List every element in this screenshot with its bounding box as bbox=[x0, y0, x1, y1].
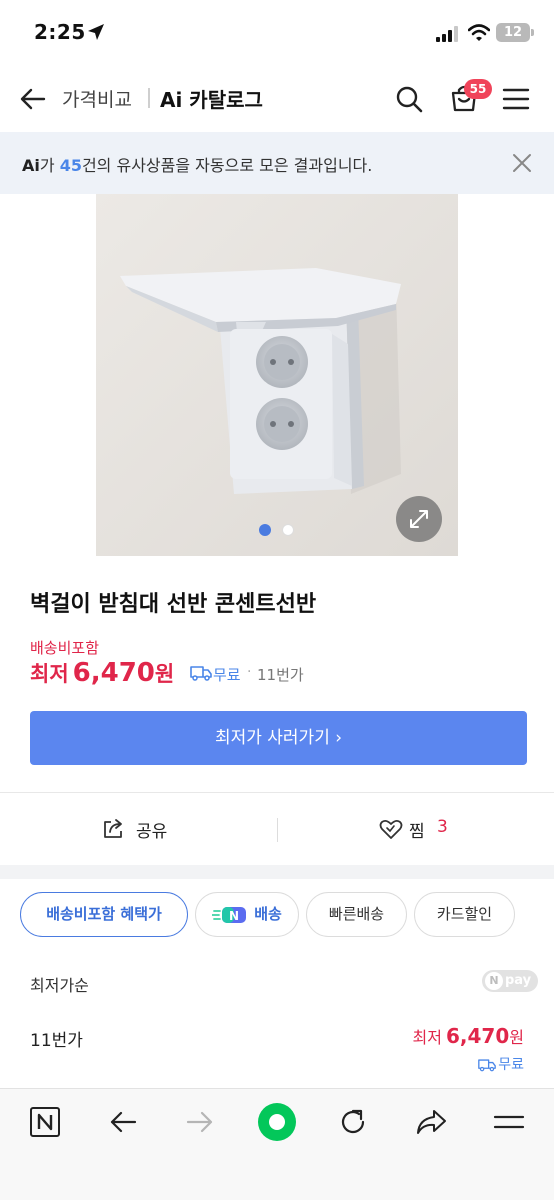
back-arrow-icon[interactable] bbox=[106, 1105, 140, 1139]
forward-arrow-icon[interactable] bbox=[183, 1105, 217, 1139]
lowest-price: 최저 6,470원 bbox=[30, 658, 174, 692]
price-prefix: 최저 bbox=[30, 662, 69, 686]
naver-n-icon[interactable] bbox=[28, 1105, 62, 1139]
offer-price-prefix: 최저 bbox=[412, 1028, 442, 1047]
filter-chip-n-delivery[interactable]: N 배송 bbox=[195, 892, 299, 937]
battery-tip bbox=[531, 29, 534, 36]
wishlist-label: 찜 bbox=[409, 822, 425, 842]
cellular-signal-icon bbox=[436, 26, 458, 42]
expand-icon bbox=[410, 510, 428, 528]
wifi-icon bbox=[468, 24, 490, 41]
offer-shipping-label: 무료 bbox=[498, 1057, 524, 1073]
share-icon[interactable] bbox=[414, 1105, 448, 1139]
delivery-truck-icon bbox=[190, 666, 212, 681]
back-arrow-icon[interactable] bbox=[18, 84, 48, 114]
ai-banner-prefix: 가 bbox=[39, 156, 60, 175]
heart-icon bbox=[379, 819, 403, 839]
npay-text: pay bbox=[505, 973, 532, 988]
status-bar: 2:25 12 bbox=[0, 0, 554, 66]
filter-chip-fast-delivery[interactable]: 빠른배송 bbox=[306, 892, 407, 937]
gallery-dot-active[interactable] bbox=[259, 524, 271, 536]
menu-icon[interactable] bbox=[492, 1105, 526, 1139]
seller-name: 11번가 bbox=[257, 666, 304, 684]
offer-price[interactable]: 최저 6,470원 bbox=[413, 1024, 524, 1048]
hamburger-menu-icon[interactable] bbox=[502, 86, 530, 112]
location-arrow-icon bbox=[88, 24, 104, 40]
reload-icon[interactable] bbox=[336, 1105, 370, 1139]
delivery-truck-icon bbox=[478, 1059, 497, 1072]
breadcrumb-separator bbox=[148, 88, 150, 108]
browser-toolbar bbox=[0, 1088, 554, 1200]
gallery-dot[interactable] bbox=[282, 524, 294, 536]
n-delivery-icon: N bbox=[212, 906, 247, 923]
battery-indicator: 12 bbox=[496, 23, 530, 42]
close-icon[interactable] bbox=[510, 151, 534, 175]
free-shipping-label: 무료 bbox=[213, 666, 241, 684]
npay-n-icon: N bbox=[485, 972, 503, 990]
price-unit: 원 bbox=[154, 662, 175, 686]
ai-result-banner: Ai가 45건의 유사상품을 자동으로 모은 결과입니다. bbox=[0, 132, 554, 194]
product-title: 벽걸이 받침대 선반 콘센트선반 bbox=[30, 592, 317, 617]
offer-shipping: 무료 bbox=[478, 1054, 524, 1074]
section-gap bbox=[0, 865, 554, 879]
ai-banner-count: 45 bbox=[59, 156, 82, 175]
npay-badge: Npay bbox=[482, 970, 538, 992]
share-icon bbox=[104, 819, 122, 838]
wishlist-count: 3 bbox=[437, 817, 448, 837]
offer-price-value: 6,470 bbox=[446, 1024, 510, 1048]
n-delivery-badge: N bbox=[229, 909, 239, 923]
share-label: 공유 bbox=[136, 822, 168, 842]
separator-dot: · bbox=[247, 664, 252, 680]
product-image[interactable] bbox=[96, 194, 458, 556]
share-button[interactable]: 공유 bbox=[0, 793, 277, 865]
shipping-included-label: 배송비포함 bbox=[30, 639, 100, 657]
expand-image-button[interactable] bbox=[396, 496, 442, 542]
search-icon[interactable] bbox=[394, 84, 424, 114]
home-icon[interactable] bbox=[257, 1102, 297, 1142]
app-header: 가격비교 Ai 카탈로그 55 bbox=[0, 66, 554, 132]
price-value: 6,470 bbox=[72, 658, 155, 688]
offer-seller-name[interactable]: 11번가 bbox=[30, 1026, 83, 1051]
offer-price-unit: 원 bbox=[509, 1028, 524, 1047]
ai-banner-text: Ai가 45건의 유사상품을 자동으로 모은 결과입니다. bbox=[22, 152, 372, 176]
filter-chip-card-discount[interactable]: 카드할인 bbox=[414, 892, 515, 937]
sort-label[interactable]: 최저가순 bbox=[30, 972, 89, 996]
ai-logo: Ai bbox=[22, 156, 40, 175]
status-time: 2:25 bbox=[34, 20, 86, 44]
ai-banner-suffix: 건의 유사상품을 자동으로 모은 결과입니다. bbox=[81, 156, 373, 175]
filter-chip-shipping-included[interactable]: 배송비포함 혜택가 bbox=[20, 892, 188, 937]
wishlist-button[interactable]: 찜 3 bbox=[277, 793, 554, 865]
breadcrumb-price-compare[interactable]: 가격비교 bbox=[62, 85, 132, 112]
cart-count-badge: 55 bbox=[464, 79, 492, 99]
filter-chip-label: 배송 bbox=[254, 905, 282, 923]
buy-lowest-price-button[interactable]: 최저가 사러가기 › bbox=[30, 711, 527, 765]
page-title: Ai 카탈로그 bbox=[160, 88, 263, 112]
